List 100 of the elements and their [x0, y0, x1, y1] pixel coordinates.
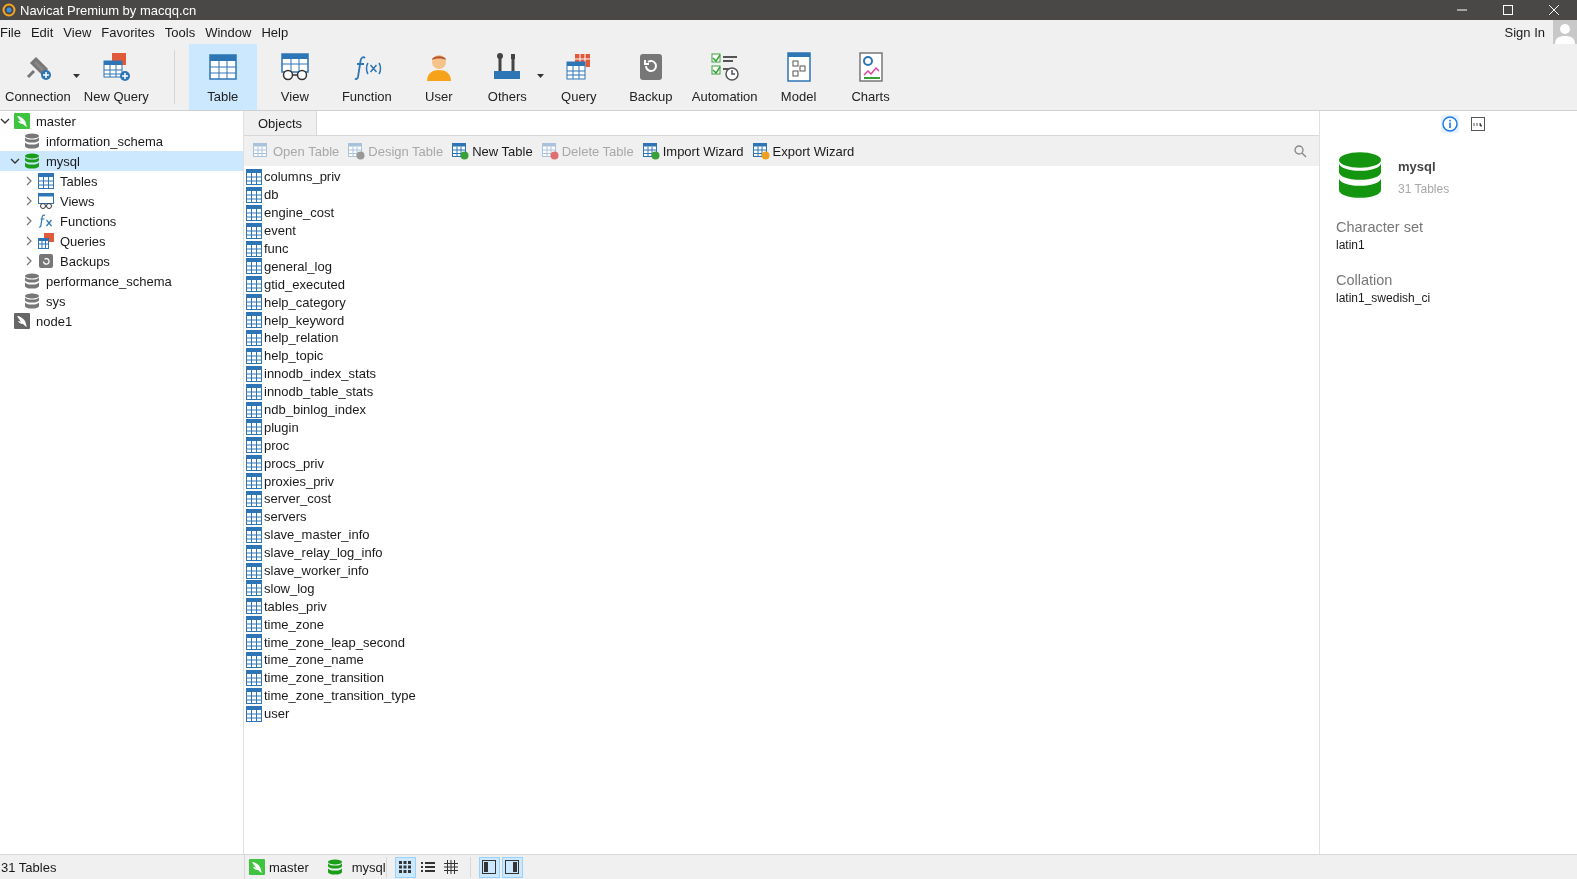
tree-item[interactable]: sys: [0, 291, 243, 311]
table-name[interactable]: db: [264, 187, 279, 203]
table-name[interactable]: slave_worker_info: [264, 563, 369, 579]
property-value: latin1_swedish_ci: [1336, 291, 1432, 305]
table-grid-icon: [444, 860, 459, 874]
close-icon[interactable]: [1549, 5, 1559, 15]
table-name[interactable]: procs_priv: [264, 455, 324, 471]
backup-icon: [38, 253, 54, 269]
tree-item[interactable]: information_schema: [0, 131, 243, 151]
table-name[interactable]: slave_relay_log_info: [264, 545, 383, 561]
table-name[interactable]: help_relation: [264, 330, 339, 346]
toolbar-button[interactable]: View: [260, 44, 329, 110]
menu-item[interactable]: View: [63, 24, 97, 40]
database-icon: [1336, 151, 1384, 199]
table-name[interactable]: gtid_executed: [264, 276, 345, 292]
table-name[interactable]: servers: [264, 509, 307, 525]
menu-item[interactable]: Help: [261, 24, 294, 40]
toolbar-button[interactable]: Table: [188, 44, 257, 110]
table-name[interactable]: innodb_table_stats: [264, 384, 374, 400]
toolbar-button[interactable]: New Query: [80, 44, 152, 110]
table-icon: [246, 312, 262, 329]
table-name[interactable]: time_zone: [264, 616, 324, 632]
toolbar-button[interactable]: User: [404, 44, 473, 110]
toolbar-button[interactable]: Export Wizard: [748, 142, 859, 160]
toolbar-button[interactable]: Function: [332, 44, 401, 110]
tree-item[interactable]: master: [0, 111, 243, 131]
table-name[interactable]: plugin: [264, 419, 299, 435]
tree-item[interactable]: Tables: [0, 171, 243, 191]
toolbar-button[interactable]: Import Wizard: [638, 142, 748, 160]
menu-item[interactable]: Tools: [164, 24, 201, 40]
table-icon: [246, 598, 262, 615]
caret-icon[interactable]: [72, 74, 80, 78]
tree-item[interactable]: performance_schema: [0, 271, 243, 291]
database-icon: [24, 293, 40, 309]
table-name[interactable]: innodb_index_stats: [264, 366, 377, 382]
table-icon: [246, 580, 262, 597]
toolbar-button[interactable]: Connection: [2, 44, 81, 110]
app-logo-icon: [2, 3, 16, 17]
window-title: Navicat Premium by macqq.cn: [20, 2, 197, 18]
database-name: mysql: [1398, 159, 1437, 174]
toolbar-button[interactable]: Model: [764, 44, 833, 110]
table-name[interactable]: help_topic: [264, 348, 324, 364]
table-name[interactable]: tables_priv: [264, 598, 327, 614]
objects-tab[interactable]: Objects: [244, 111, 318, 135]
tree-item[interactable]: node1: [0, 311, 243, 331]
info-tab[interactable]: [1440, 115, 1459, 133]
view-mode-button[interactable]: [394, 856, 416, 878]
table-name[interactable]: columns_priv: [264, 169, 341, 185]
table-name[interactable]: server_cost: [264, 491, 332, 507]
toolbar-button[interactable]: Query: [544, 44, 613, 110]
table-icon: [246, 401, 262, 418]
table-name[interactable]: engine_cost: [264, 205, 335, 221]
table-icon: [246, 186, 262, 203]
table-icon: [246, 634, 262, 651]
tree-item[interactable]: mysql: [0, 151, 243, 171]
panel-toggle-button[interactable]: [501, 856, 523, 878]
chevron-icon[interactable]: [0, 116, 10, 126]
tree-item[interactable]: Views: [0, 191, 243, 211]
table-icon: [38, 173, 54, 189]
tree-item[interactable]: Backups: [0, 251, 243, 271]
search-icon[interactable]: [1294, 144, 1307, 158]
table-name[interactable]: slow_log: [264, 580, 315, 596]
menu-item[interactable]: Window: [205, 24, 257, 40]
table-name[interactable]: time_zone_transition_type: [264, 688, 416, 704]
glasses-table-icon: [278, 51, 311, 83]
table-name[interactable]: time_zone_transition: [264, 670, 384, 686]
tree-item[interactable]: Functions: [0, 211, 243, 231]
table-name[interactable]: general_log: [264, 258, 332, 274]
sign-in-link[interactable]: Sign In: [1504, 24, 1545, 40]
table-name[interactable]: help_keyword: [264, 312, 345, 328]
table-name[interactable]: event: [264, 223, 296, 239]
table-name[interactable]: proxies_priv: [264, 473, 335, 489]
table-name[interactable]: help_category: [264, 294, 346, 310]
toolbar-button[interactable]: Charts: [836, 44, 905, 110]
table-name[interactable]: time_zone_name: [264, 652, 364, 668]
function-icon: [38, 213, 54, 229]
toolbar-button[interactable]: New Table: [448, 142, 537, 160]
table-icon: [246, 687, 262, 704]
table-icon: [246, 222, 262, 239]
caret-icon[interactable]: [536, 74, 544, 78]
menu-item[interactable]: Favorites: [101, 24, 160, 40]
maximize-icon[interactable]: [1503, 5, 1513, 15]
table-icon: [246, 652, 262, 668]
property-label: Collation: [1336, 272, 1394, 288]
table-icon: [246, 168, 262, 185]
table-name[interactable]: proc: [264, 437, 290, 453]
panel-toggle-button[interactable]: [478, 856, 500, 878]
tree-item[interactable]: Queries: [0, 231, 243, 251]
menu-item[interactable]: File: [0, 24, 26, 40]
table-name[interactable]: time_zone_leap_second: [264, 634, 405, 650]
ddl-tab[interactable]: [1468, 115, 1487, 133]
toolbar-button[interactable]: Automation: [688, 44, 761, 110]
table-name[interactable]: func: [264, 241, 289, 256]
table-name[interactable]: slave_master_info: [264, 527, 370, 543]
menu-item[interactable]: Edit: [30, 24, 59, 40]
table-name[interactable]: ndb_binlog_index: [264, 402, 366, 417]
toolbar-button[interactable]: Backup: [616, 44, 685, 110]
toolbar-button[interactable]: Others: [476, 44, 545, 110]
new-query-icon: [100, 51, 133, 83]
table-name[interactable]: user: [264, 706, 290, 722]
